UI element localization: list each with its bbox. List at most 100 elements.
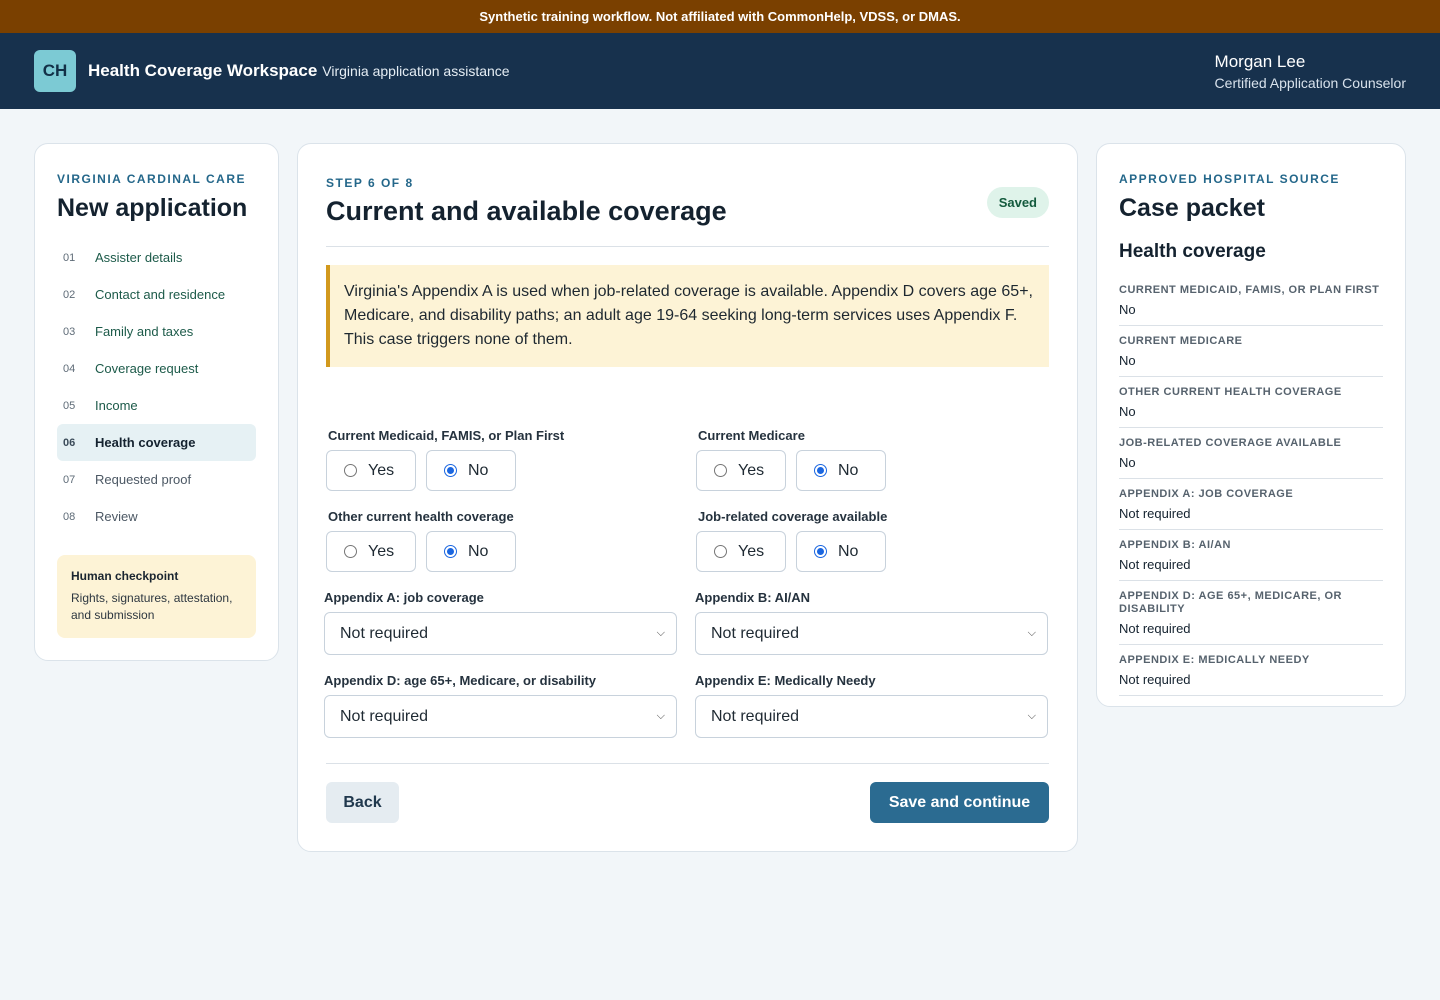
radio-medicaid-no[interactable]: No <box>426 450 516 491</box>
radio-label: Yes <box>368 542 395 560</box>
app-title: Health Coverage Workspace <box>88 61 318 80</box>
chevron-down-icon: ⌵ <box>656 627 665 639</box>
step-navigation: Virginia Cardinal Care New application 0… <box>34 143 279 661</box>
step-item-requested-proof[interactable]: 07 Requested proof <box>57 461 256 498</box>
appendix-d-select[interactable]: Not required ⌵ <box>324 695 677 738</box>
case-packet-panel: Approved hospital source Case packet Hea… <box>1096 143 1406 707</box>
packet-row: Appendix B: AI/AN Not required <box>1119 530 1383 581</box>
step-item-coverage-request[interactable]: 04 Coverage request <box>57 350 256 387</box>
field-current-medicaid: Current Medicaid, FAMIS, or Plan First Y… <box>326 428 679 491</box>
radio-medicaid-yes[interactable]: Yes <box>326 450 416 491</box>
step-number: 04 <box>63 362 76 375</box>
select-value: Not required <box>340 624 429 642</box>
field-label: Appendix A: job coverage <box>324 590 484 605</box>
radio-medicare-yes[interactable]: Yes <box>696 450 786 491</box>
packet-key: Appendix A: job coverage <box>1119 488 1294 500</box>
step-item-review[interactable]: 08 Review <box>57 498 256 535</box>
packet-key: Appendix E: Medically Needy <box>1119 654 1310 666</box>
field-label: Other current health coverage <box>328 509 514 524</box>
field-label: Appendix D: age 65+, Medicare, or disabi… <box>324 673 596 688</box>
select-value: Not required <box>340 707 429 725</box>
step-item-income[interactable]: 05 Income <box>57 387 256 424</box>
packet-key: Appendix D: age 65+, Medicare, or disabi… <box>1119 590 1342 615</box>
divider <box>326 246 1049 247</box>
field-appendix-e: Appendix E: Medically Needy Not required… <box>695 673 1048 738</box>
coverage-form: Step 6 of 8 Current and available covera… <box>297 143 1078 852</box>
packet-row: Appendix D: age 65+, Medicare, or disabi… <box>1119 581 1383 645</box>
packet-key: Appendix B: AI/AN <box>1119 539 1231 551</box>
checkpoint-title: Human checkpoint <box>71 569 179 583</box>
radio-job-yes[interactable]: Yes <box>696 531 786 572</box>
step-label: Assister details <box>95 250 183 265</box>
radio-checked-icon <box>444 464 457 477</box>
packet-row: Appendix E: Medically Needy Not required <box>1119 645 1383 696</box>
user-role: Certified Application Counselor <box>1214 74 1406 91</box>
packet-value: No <box>1119 302 1136 317</box>
packet-value: No <box>1119 404 1136 419</box>
radio-other-yes[interactable]: Yes <box>326 531 416 572</box>
radio-label: No <box>468 461 489 479</box>
packet-value: No <box>1119 455 1136 470</box>
packet-value: Not required <box>1119 506 1191 521</box>
step-indicator: Step 6 of 8 <box>326 176 414 190</box>
field-appendix-b: Appendix B: AI/AN Not required ⌵ <box>695 590 1048 655</box>
packet-row: Current Medicaid, FAMIS, or Plan First No <box>1119 275 1383 326</box>
packet-value: Not required <box>1119 621 1191 636</box>
appendix-a-select[interactable]: Not required ⌵ <box>324 612 677 655</box>
packet-key: Current Medicaid, FAMIS, or Plan First <box>1119 284 1380 296</box>
step-label: Health coverage <box>95 435 196 450</box>
app-logo: CH <box>34 50 76 92</box>
chevron-down-icon: ⌵ <box>656 710 665 722</box>
field-label: Current Medicare <box>698 428 805 443</box>
appendix-e-select[interactable]: Not required ⌵ <box>695 695 1048 738</box>
disclaimer-banner: Synthetic training workflow. Not affilia… <box>0 0 1440 33</box>
divider <box>326 763 1049 764</box>
step-item-health-coverage[interactable]: 06 Health coverage <box>57 424 256 461</box>
checkpoint-text: Rights, signatures, attestation, and sub… <box>71 591 233 622</box>
radio-checked-icon <box>444 545 457 558</box>
packet-value: Not required <box>1119 557 1191 572</box>
appendix-b-select[interactable]: Not required ⌵ <box>695 612 1048 655</box>
app-header: CH Health Coverage Workspace Virginia ap… <box>0 33 1440 109</box>
radio-medicare-no[interactable]: No <box>796 450 886 491</box>
save-continue-button[interactable]: Save and continue <box>870 782 1049 823</box>
radio-label: Yes <box>368 461 395 479</box>
packet-value: Not required <box>1119 672 1191 687</box>
appendix-notice: Virginia's Appendix A is used when job-r… <box>326 265 1049 367</box>
radio-checked-icon <box>814 545 827 558</box>
radio-checked-icon <box>814 464 827 477</box>
radio-label: No <box>468 542 489 560</box>
radio-label: Yes <box>738 461 765 479</box>
step-label: Review <box>95 509 138 524</box>
radio-unchecked-icon <box>344 464 357 477</box>
select-value: Not required <box>711 707 800 725</box>
field-job-coverage: Job-related coverage available Yes No <box>696 509 1049 572</box>
step-label: Family and taxes <box>95 324 194 339</box>
radio-job-no[interactable]: No <box>796 531 886 572</box>
field-label: Appendix B: AI/AN <box>695 590 811 605</box>
sidebar-title: New application <box>57 194 248 222</box>
step-item-contact-residence[interactable]: 02 Contact and residence <box>57 276 256 313</box>
radio-label: Yes <box>738 542 765 560</box>
back-button[interactable]: Back <box>326 782 399 823</box>
packet-row: Appendix A: job coverage Not required <box>1119 479 1383 530</box>
step-label: Requested proof <box>95 472 192 487</box>
step-label: Contact and residence <box>95 287 226 302</box>
user-name: Morgan Lee <box>1214 51 1306 71</box>
radio-label: No <box>838 542 859 560</box>
step-item-family-taxes[interactable]: 03 Family and taxes <box>57 313 256 350</box>
select-value: Not required <box>711 624 800 642</box>
radio-unchecked-icon <box>344 545 357 558</box>
field-label: Appendix E: Medically Needy <box>695 673 876 688</box>
packet-row: Current Medicare No <box>1119 326 1383 377</box>
field-label: Current Medicaid, FAMIS, or Plan First <box>328 428 565 443</box>
radio-other-no[interactable]: No <box>426 531 516 572</box>
radio-label: No <box>838 461 859 479</box>
packet-key: Current Medicare <box>1119 335 1243 347</box>
step-number: 05 <box>63 399 76 412</box>
radio-unchecked-icon <box>714 464 727 477</box>
step-item-assister-details[interactable]: 01 Assister details <box>57 239 256 276</box>
field-appendix-a: Appendix A: job coverage Not required ⌵ <box>324 590 677 655</box>
field-label: Job-related coverage available <box>698 509 888 524</box>
packet-section-title: Health coverage <box>1119 241 1266 262</box>
